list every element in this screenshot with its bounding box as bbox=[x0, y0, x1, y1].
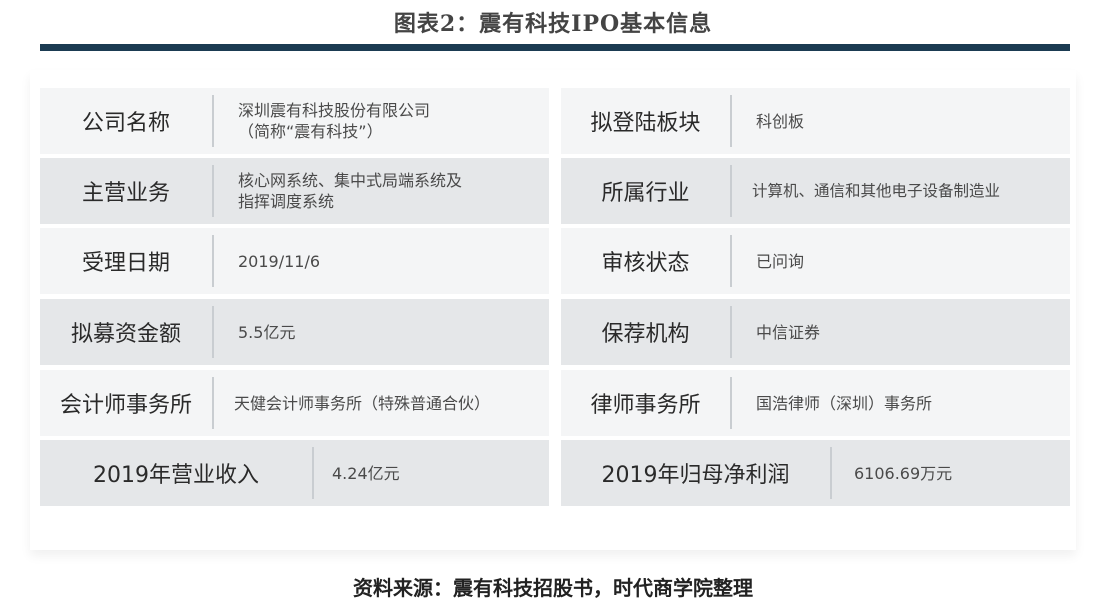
cell-2019-revenue: 2019年营业收入 4.24亿元 bbox=[40, 440, 549, 506]
cell-value: 核心网系统、集中式局端系统及 指挥调度系统 bbox=[238, 171, 463, 211]
cell-law-firm: 律师事务所 国浩律师（深圳）事务所 bbox=[561, 370, 1070, 436]
cell-2019-net-profit: 2019年归母净利润 6106.69万元 bbox=[561, 440, 1070, 506]
cell-label: 主营业务 bbox=[81, 181, 170, 206]
source-note: 资料来源：震有科技招股书，时代商学院整理 bbox=[353, 576, 753, 600]
cell-value: 2019/11/6 bbox=[238, 251, 321, 271]
cell-label: 2019年营业收入 bbox=[93, 463, 259, 488]
cell-accounting-firm: 会计师事务所 天健会计师事务所（特殊普通合伙） bbox=[40, 370, 549, 436]
cell-value: 科创板 bbox=[756, 111, 805, 131]
cell-label: 审核状态 bbox=[601, 251, 690, 276]
cell-value: 计算机、通信和其他电子设备制造业 bbox=[752, 181, 1001, 200]
figure-title: 图表2：震有科技IPO基本信息 bbox=[393, 11, 713, 37]
cell-label: 律师事务所 bbox=[590, 393, 701, 418]
title-rule bbox=[40, 44, 1070, 51]
cell-value: 天健会计师事务所（特殊普通合伙） bbox=[234, 393, 491, 413]
page: 图表2：震有科技IPO基本信息 公司名称 深圳震有科技股份有限公司 （简称“震有… bbox=[0, 0, 1106, 608]
cell-label: 2019年归母净利润 bbox=[601, 463, 790, 488]
cell-label: 所属行业 bbox=[601, 181, 690, 206]
cell-company-name: 公司名称 深圳震有科技股份有限公司 （简称“震有科技”） bbox=[40, 88, 549, 154]
cell-review-status: 审核状态 已问询 bbox=[561, 228, 1070, 294]
cell-industry: 所属行业 计算机、通信和其他电子设备制造业 bbox=[561, 158, 1070, 224]
cell-label: 拟登陆板块 bbox=[590, 111, 701, 136]
cell-fundraising-amount: 拟募资金额 5.5亿元 bbox=[40, 299, 549, 365]
cell-value: 5.5亿元 bbox=[238, 322, 296, 342]
cell-value: 6106.69万元 bbox=[854, 463, 953, 483]
cell-value: 4.24亿元 bbox=[332, 463, 400, 483]
cell-value: 国浩律师（深圳）事务所 bbox=[756, 393, 933, 413]
cell-value: 中信证券 bbox=[756, 322, 821, 342]
cell-value: 已问询 bbox=[756, 251, 805, 271]
cell-label: 保荐机构 bbox=[601, 322, 690, 347]
cell-label: 受理日期 bbox=[81, 251, 170, 276]
cell-label: 会计师事务所 bbox=[59, 393, 192, 418]
cell-sponsor: 保荐机构 中信证券 bbox=[561, 299, 1070, 365]
cell-main-business: 主营业务 核心网系统、集中式局端系统及 指挥调度系统 bbox=[40, 158, 549, 224]
cell-listing-board: 拟登陆板块 科创板 bbox=[561, 88, 1070, 154]
cell-label: 拟募资金额 bbox=[70, 322, 181, 347]
cell-label: 公司名称 bbox=[81, 111, 170, 136]
cell-value: 深圳震有科技股份有限公司 （简称“震有科技”） bbox=[238, 101, 431, 141]
cell-acceptance-date: 受理日期 2019/11/6 bbox=[40, 228, 549, 294]
